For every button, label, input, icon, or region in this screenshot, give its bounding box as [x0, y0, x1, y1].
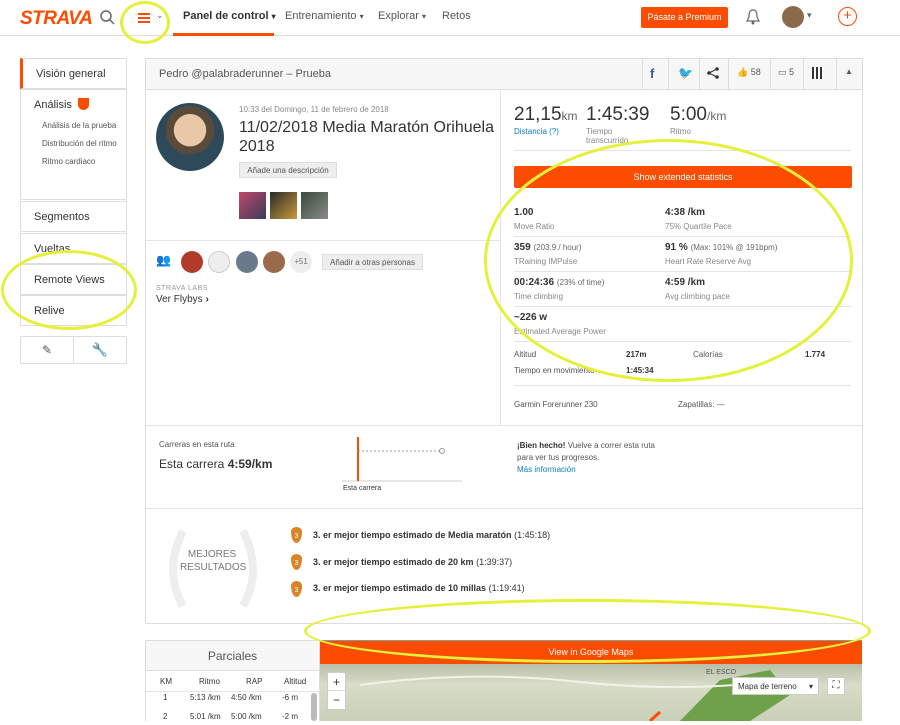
- pace-label: Ritmo: [670, 127, 691, 136]
- strava-labs-label: STRAVA LABS: [156, 285, 208, 292]
- nav-training[interactable]: Entrenamiento ▾: [285, 10, 364, 22]
- activity-datetime: 10:33 del Domingo, 11 de febrero de 2018: [239, 105, 389, 114]
- athlete-avatar-small[interactable]: [263, 251, 285, 273]
- table-row[interactable]: 2 5:01 /km 5:00 /km -2 m: [146, 712, 319, 725]
- comment-icon: ▭: [778, 67, 787, 77]
- comments-button[interactable]: ▭ 5: [778, 67, 794, 78]
- fullscreen-icon[interactable]: ⛶: [827, 677, 845, 695]
- distance-stat: 21,15km: [514, 104, 578, 125]
- splits-scrollbar[interactable]: [311, 693, 317, 721]
- premium-button[interactable]: Pásate a Premium: [641, 7, 728, 28]
- more-info-link[interactable]: Más información: [517, 465, 576, 474]
- zoom-control: + −: [327, 672, 346, 710]
- splits-title: Parciales: [207, 649, 258, 663]
- add-plus-icon[interactable]: +: [838, 7, 857, 26]
- photo-thumbnail[interactable]: [239, 192, 266, 219]
- premium-shield-icon: [77, 98, 89, 110]
- add-others-button[interactable]: Añadir a otras personas: [322, 254, 423, 270]
- map-type-select[interactable]: Mapa de terreno ▾: [732, 677, 819, 695]
- sidebar-item-segments[interactable]: Segmentos: [20, 201, 127, 232]
- route-runs-label: Carreras en esta ruta: [159, 440, 235, 449]
- activity-header-title: Pedro @palabraderunner – Prueba: [159, 68, 332, 80]
- highlight-annotation: [1, 250, 137, 330]
- activity-name: 11/02/2018 Media Maratón Orihuela 2018: [239, 119, 494, 155]
- sidebar-item-analysis[interactable]: Análisis Análisis de la prueba Distribuc…: [20, 89, 127, 200]
- photo-thumbnail[interactable]: [301, 192, 328, 219]
- device-label: Garmin Forerunner 230: [514, 400, 598, 409]
- wrench-icon[interactable]: 🔧: [73, 336, 127, 364]
- this-run-pace: Esta carrera 4:59/km: [159, 457, 273, 471]
- kudos-button[interactable]: 👍 58: [737, 67, 761, 78]
- pace-stat: 5:00/km: [670, 104, 727, 125]
- collapse-up-icon[interactable]: ▲: [845, 67, 853, 76]
- zoom-out-button[interactable]: −: [328, 691, 345, 709]
- share-icon[interactable]: [707, 67, 719, 79]
- shoes-label: Zapatillas: —: [678, 400, 725, 409]
- avatar-chevron-icon[interactable]: ▾: [807, 10, 812, 21]
- qr-code-icon[interactable]: [812, 67, 824, 79]
- best-results-badge: MEJORES RESULTADOS: [180, 549, 247, 573]
- thumbs-up-icon: 👍: [737, 67, 749, 77]
- sidebar-sub-pace-distribution[interactable]: Distribución del ritmo: [42, 139, 122, 149]
- search-icon[interactable]: [100, 10, 115, 25]
- photo-thumbnail[interactable]: [270, 192, 297, 219]
- sidebar-sub-heart-rate[interactable]: Ritmo cardiaco: [42, 157, 126, 167]
- edit-pencil-icon[interactable]: ✎: [20, 336, 74, 364]
- add-description-button[interactable]: Añade una descripción: [239, 162, 337, 178]
- distance-label[interactable]: Distancia (?): [514, 127, 559, 136]
- sidebar-sub-race-analysis[interactable]: Análisis de la prueba: [42, 121, 122, 131]
- athlete-avatar-small[interactable]: [236, 251, 258, 273]
- highlight-annotation: [484, 139, 853, 382]
- splits-header: Ritmo: [199, 677, 220, 686]
- zoom-in-button[interactable]: +: [328, 673, 345, 691]
- athlete-avatar-small[interactable]: [208, 251, 230, 273]
- athlete-avatar-small[interactable]: [181, 251, 203, 273]
- strava-logo[interactable]: STRAVA: [20, 8, 93, 30]
- elevation-label: Altitud: [514, 350, 537, 359]
- best-result-row: 3. er mejor tiempo estimado de 20 km (1:…: [313, 557, 513, 567]
- calories-value: 1.774: [805, 350, 826, 359]
- best-result-row: 3. er mejor tiempo estimado de Media mar…: [313, 530, 551, 540]
- route-chart-label: Esta carrera: [343, 485, 382, 492]
- best-result-row: 3. er mejor tiempo estimado de 10 millas…: [313, 583, 525, 593]
- nav-explore[interactable]: Explorar ▾: [378, 10, 426, 22]
- group-icon: 👥: [156, 253, 171, 267]
- facebook-icon[interactable]: f: [650, 66, 654, 81]
- table-row[interactable]: 1 5:13 /km 4:50 /km -6 m: [146, 693, 319, 706]
- route-message: ¡Bien hecho! Vuelve a correr esta ruta p…: [517, 441, 655, 462]
- splits-header: KM: [160, 677, 172, 686]
- splits-header: Altitud: [284, 677, 307, 686]
- map-place-label: EL ESCO: [706, 669, 737, 676]
- highlight-annotation: [120, 1, 170, 44]
- user-avatar[interactable]: [782, 6, 804, 28]
- bell-icon[interactable]: [746, 9, 760, 25]
- route-comparison-chart: [342, 437, 462, 482]
- nav-dashboard[interactable]: Panel de control ▾: [183, 10, 276, 22]
- splits-header: RAP: [246, 677, 263, 686]
- sidebar-item-overview[interactable]: Visión general: [20, 58, 127, 89]
- elapsed-time-stat: 1:45:39: [586, 104, 650, 125]
- analysis-label: Análisis: [34, 99, 72, 111]
- nav-active-indicator: [173, 33, 274, 36]
- athlete-avatar[interactable]: [156, 103, 224, 171]
- flyby-link[interactable]: Ver Flybys ›: [156, 294, 209, 305]
- more-athletes-badge[interactable]: +51: [290, 251, 312, 273]
- highlight-annotation: [304, 599, 871, 663]
- twitter-icon[interactable]: 🐦: [678, 66, 693, 80]
- nav-challenges[interactable]: Retos: [442, 10, 471, 22]
